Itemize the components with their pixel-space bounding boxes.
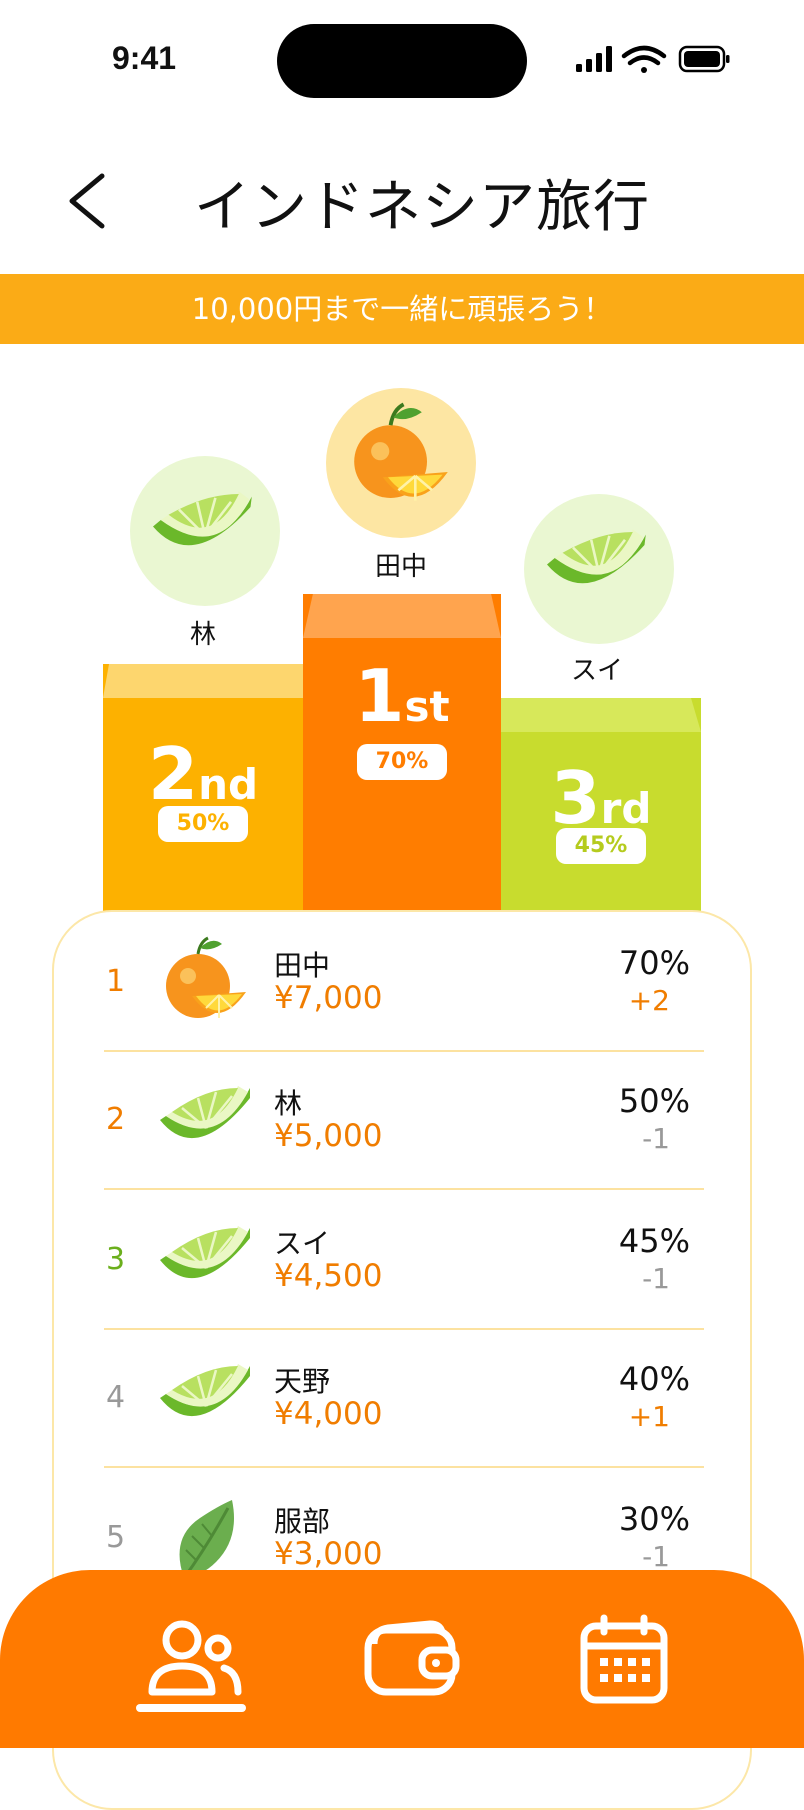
member-percent: 45% xyxy=(618,1222,690,1260)
status-time: 9:41 xyxy=(112,40,177,76)
lime-slice-icon xyxy=(160,1364,250,1417)
battery-icon xyxy=(678,45,730,73)
goal-banner: 10,000円まで一緒に頑張ろう！ xyxy=(0,274,804,344)
rank-change: +2 xyxy=(628,984,670,1017)
member-name: 林 xyxy=(274,1087,303,1120)
dynamic-island xyxy=(277,24,527,98)
calendar-icon[interactable] xyxy=(574,1610,674,1710)
member-amount: ¥4,000 xyxy=(274,1396,383,1432)
third-place-avatar[interactable] xyxy=(524,494,674,644)
third-place-block: 3rd 45% xyxy=(501,698,701,914)
member-percent: 70% xyxy=(618,944,690,982)
second-place-avatar[interactable] xyxy=(130,456,280,606)
orange-icon xyxy=(166,936,246,1018)
member-name: スイ xyxy=(274,1227,331,1260)
lime-slice-icon xyxy=(547,529,646,584)
status-bar: 9:41 xyxy=(0,0,804,120)
list-item[interactable]: 3 スイ ¥4,500 45% -1 xyxy=(104,1192,704,1330)
rank-change: +1 xyxy=(628,1400,670,1433)
second-place-name: 林 xyxy=(189,620,216,650)
list-item[interactable]: 1 田中 ¥7,000 70% +2 xyxy=(104,914,704,1052)
first-place-avatar[interactable] xyxy=(326,388,476,538)
first-percent-badge: 70% xyxy=(357,744,447,780)
rank-number: 4 xyxy=(106,1380,126,1415)
bottom-nav xyxy=(0,1570,804,1748)
lime-slice-icon xyxy=(160,1226,250,1279)
member-percent: 50% xyxy=(618,1082,690,1120)
page-header: インドネシア旅行 xyxy=(0,150,804,260)
member-amount: ¥7,000 xyxy=(274,980,383,1016)
back-chevron-icon[interactable] xyxy=(54,166,124,236)
member-amount: ¥5,000 xyxy=(274,1118,383,1154)
rank-change: -1 xyxy=(642,1540,670,1573)
second-rank-number: 2 xyxy=(147,732,199,816)
first-rank-suffix: st xyxy=(404,682,450,731)
member-percent: 40% xyxy=(618,1360,690,1398)
rank-number: 2 xyxy=(106,1102,126,1137)
wallet-icon[interactable] xyxy=(360,1610,460,1710)
third-place-name: スイ xyxy=(570,656,623,686)
first-place-name: 田中 xyxy=(374,552,427,582)
first-place-block: 1st 70% xyxy=(303,594,501,914)
third-rank-suffix: rd xyxy=(600,784,652,833)
first-rank-number: 1 xyxy=(354,654,405,738)
lime-slice-icon xyxy=(160,1086,250,1139)
rank-change: -1 xyxy=(642,1262,670,1295)
rank-number: 3 xyxy=(106,1242,126,1277)
wifi-icon xyxy=(621,45,667,73)
second-percent-badge: 50% xyxy=(158,806,248,842)
members-icon[interactable] xyxy=(144,1610,244,1710)
signal-icon xyxy=(576,46,612,72)
member-percent: 30% xyxy=(618,1500,690,1538)
second-rank-suffix: nd xyxy=(198,760,259,809)
list-item[interactable]: 4 天野 ¥4,000 40% +1 xyxy=(104,1330,704,1468)
member-name: 天野 xyxy=(274,1365,331,1398)
lime-slice-icon xyxy=(153,491,252,546)
third-percent-badge: 45% xyxy=(556,828,646,864)
list-item[interactable]: 2 林 ¥5,000 50% -1 xyxy=(104,1052,704,1190)
status-icons xyxy=(576,45,730,73)
rank-number: 5 xyxy=(106,1520,126,1555)
member-amount: ¥4,500 xyxy=(274,1258,383,1294)
page-title: インドネシア旅行 xyxy=(194,175,650,240)
orange-icon xyxy=(354,402,448,501)
member-amount: ¥3,000 xyxy=(274,1536,383,1572)
podium: 林 田中 スイ 2nd 50% 1st 70% 3rd 45% xyxy=(0,344,804,914)
rank-number: 1 xyxy=(106,964,126,999)
rank-change: -1 xyxy=(642,1122,670,1155)
active-tab-indicator xyxy=(136,1704,246,1712)
member-name: 田中 xyxy=(274,949,331,982)
member-name: 服部 xyxy=(274,1505,331,1538)
second-place-block: 2nd 50% xyxy=(103,664,303,914)
